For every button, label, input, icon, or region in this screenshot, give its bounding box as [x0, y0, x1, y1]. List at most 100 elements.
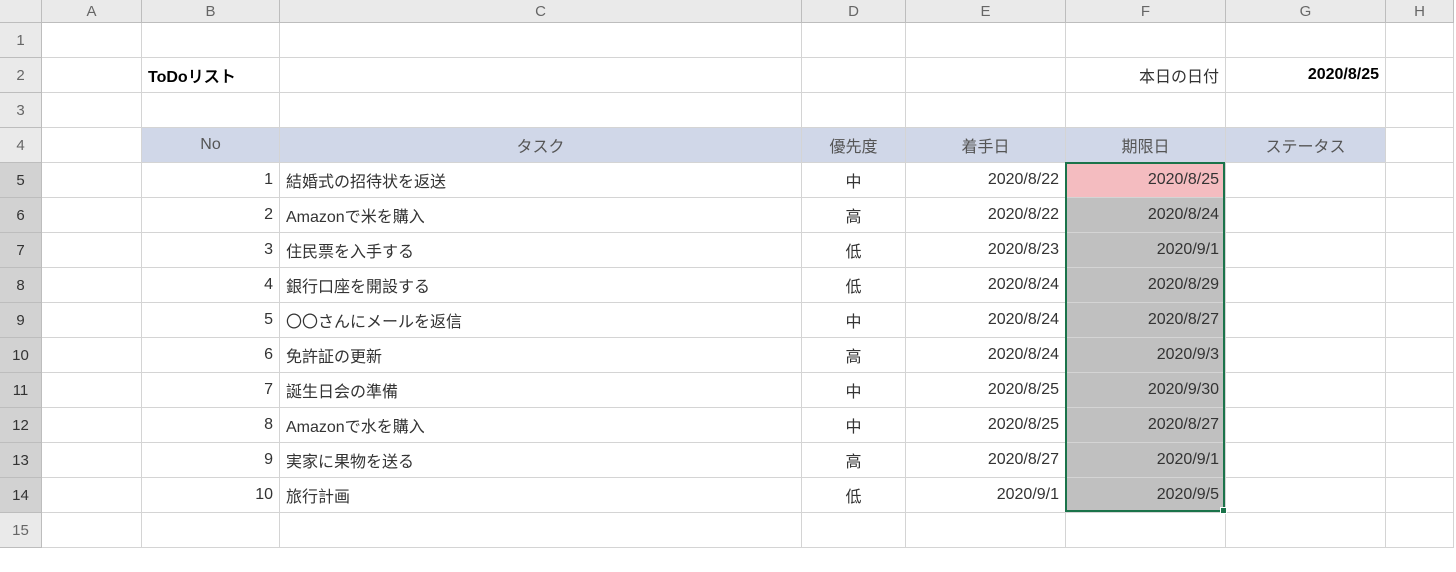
cell-F2[interactable]: 本日の日付 — [1066, 58, 1226, 93]
cell-D7[interactable]: 低 — [802, 233, 906, 268]
cell-E1[interactable] — [906, 23, 1066, 58]
cell-A7[interactable] — [42, 233, 142, 268]
cell-E6[interactable]: 2020/8/22 — [906, 198, 1066, 233]
cell-A4[interactable] — [42, 128, 142, 163]
cell-B5[interactable]: 1 — [142, 163, 280, 198]
cell-C12[interactable]: Amazonで水を購入 — [280, 408, 802, 443]
cell-E9[interactable]: 2020/8/24 — [906, 303, 1066, 338]
table-header-no[interactable]: No — [142, 128, 280, 163]
cell-D8[interactable]: 低 — [802, 268, 906, 303]
row-header-7[interactable]: 7 — [0, 233, 42, 268]
cell-H7[interactable] — [1386, 233, 1454, 268]
cell-B14[interactable]: 10 — [142, 478, 280, 513]
cell-E12[interactable]: 2020/8/25 — [906, 408, 1066, 443]
table-header-start[interactable]: 着手日 — [906, 128, 1066, 163]
cell-C14[interactable]: 旅行計画 — [280, 478, 802, 513]
cell-B15[interactable] — [142, 513, 280, 548]
cell-F11[interactable]: 2020/9/30 — [1066, 373, 1226, 408]
cell-G9[interactable] — [1226, 303, 1386, 338]
cell-F8[interactable]: 2020/8/29 — [1066, 268, 1226, 303]
cell-G7[interactable] — [1226, 233, 1386, 268]
cell-D13[interactable]: 高 — [802, 443, 906, 478]
cell-H5[interactable] — [1386, 163, 1454, 198]
cell-H8[interactable] — [1386, 268, 1454, 303]
cell-B8[interactable]: 4 — [142, 268, 280, 303]
cell-C9[interactable]: 〇〇さんにメールを返信 — [280, 303, 802, 338]
cell-B13[interactable]: 9 — [142, 443, 280, 478]
cell-H1[interactable] — [1386, 23, 1454, 58]
cell-G11[interactable] — [1226, 373, 1386, 408]
cell-B7[interactable]: 3 — [142, 233, 280, 268]
cell-C13[interactable]: 実家に果物を送る — [280, 443, 802, 478]
row-header-14[interactable]: 14 — [0, 478, 42, 513]
col-header-E[interactable]: E — [906, 0, 1066, 23]
cell-A6[interactable] — [42, 198, 142, 233]
cell-F10[interactable]: 2020/9/3 — [1066, 338, 1226, 373]
row-header-11[interactable]: 11 — [0, 373, 42, 408]
cell-D15[interactable] — [802, 513, 906, 548]
cell-A14[interactable] — [42, 478, 142, 513]
cell-D11[interactable]: 中 — [802, 373, 906, 408]
cell-A5[interactable] — [42, 163, 142, 198]
row-header-3[interactable]: 3 — [0, 93, 42, 128]
cell-F5[interactable]: 2020/8/25 — [1066, 163, 1226, 198]
col-header-G[interactable]: G — [1226, 0, 1386, 23]
cell-H10[interactable] — [1386, 338, 1454, 373]
cell-A10[interactable] — [42, 338, 142, 373]
row-header-5[interactable]: 5 — [0, 163, 42, 198]
cell-F12[interactable]: 2020/8/27 — [1066, 408, 1226, 443]
cell-E8[interactable]: 2020/8/24 — [906, 268, 1066, 303]
cell-C2[interactable] — [280, 58, 802, 93]
cell-D10[interactable]: 高 — [802, 338, 906, 373]
cell-G15[interactable] — [1226, 513, 1386, 548]
cell-B12[interactable]: 8 — [142, 408, 280, 443]
cell-E13[interactable]: 2020/8/27 — [906, 443, 1066, 478]
row-header-6[interactable]: 6 — [0, 198, 42, 233]
cell-E15[interactable] — [906, 513, 1066, 548]
table-header-deadline[interactable]: 期限日 — [1066, 128, 1226, 163]
row-header-4[interactable]: 4 — [0, 128, 42, 163]
col-header-A[interactable]: A — [42, 0, 142, 23]
col-header-B[interactable]: B — [142, 0, 280, 23]
cell-F13[interactable]: 2020/9/1 — [1066, 443, 1226, 478]
cell-A15[interactable] — [42, 513, 142, 548]
cell-B10[interactable]: 6 — [142, 338, 280, 373]
cell-A12[interactable] — [42, 408, 142, 443]
cell-D1[interactable] — [802, 23, 906, 58]
cell-A11[interactable] — [42, 373, 142, 408]
cell-A13[interactable] — [42, 443, 142, 478]
cell-B3[interactable] — [142, 93, 280, 128]
cell-H13[interactable] — [1386, 443, 1454, 478]
row-header-13[interactable]: 13 — [0, 443, 42, 478]
cell-G6[interactable] — [1226, 198, 1386, 233]
cell-G13[interactable] — [1226, 443, 1386, 478]
cell-C10[interactable]: 免許証の更新 — [280, 338, 802, 373]
cell-G2[interactable]: 2020/8/25 — [1226, 58, 1386, 93]
cell-E3[interactable] — [906, 93, 1066, 128]
cell-D3[interactable] — [802, 93, 906, 128]
col-header-F[interactable]: F — [1066, 0, 1226, 23]
cell-F14[interactable]: 2020/9/5 — [1066, 478, 1226, 513]
col-header-D[interactable]: D — [802, 0, 906, 23]
cell-C11[interactable]: 誕生日会の準備 — [280, 373, 802, 408]
cell-B6[interactable]: 2 — [142, 198, 280, 233]
cell-E5[interactable]: 2020/8/22 — [906, 163, 1066, 198]
table-header-priority[interactable]: 優先度 — [802, 128, 906, 163]
table-header-status[interactable]: ステータス — [1226, 128, 1386, 163]
cell-A2[interactable] — [42, 58, 142, 93]
cell-E11[interactable]: 2020/8/25 — [906, 373, 1066, 408]
cell-H12[interactable] — [1386, 408, 1454, 443]
cell-G10[interactable] — [1226, 338, 1386, 373]
cell-G5[interactable] — [1226, 163, 1386, 198]
spreadsheet-grid[interactable]: ABCDEFGH12ToDoリスト本日の日付2020/8/2534Noタスク優先… — [0, 0, 1456, 548]
cell-D6[interactable]: 高 — [802, 198, 906, 233]
col-header-C[interactable]: C — [280, 0, 802, 23]
cell-F9[interactable]: 2020/8/27 — [1066, 303, 1226, 338]
cell-C3[interactable] — [280, 93, 802, 128]
cell-C15[interactable] — [280, 513, 802, 548]
cell-E2[interactable] — [906, 58, 1066, 93]
cell-H6[interactable] — [1386, 198, 1454, 233]
row-header-1[interactable]: 1 — [0, 23, 42, 58]
row-header-15[interactable]: 15 — [0, 513, 42, 548]
row-header-8[interactable]: 8 — [0, 268, 42, 303]
